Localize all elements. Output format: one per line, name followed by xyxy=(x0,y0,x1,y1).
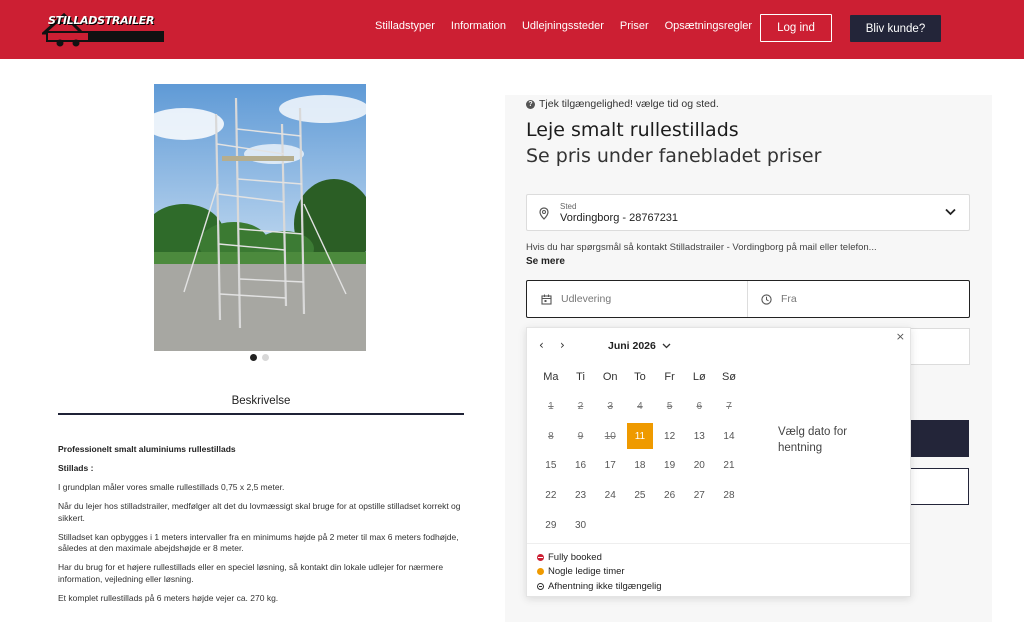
calendar-popup: × ‹ › Juni 2026 Ma Ti On To Fr Lø Sø 1 2… xyxy=(526,327,911,597)
booking-title: Leje smalt rullestillads xyxy=(526,119,739,141)
clock-icon xyxy=(761,293,772,305)
chevron-left-icon[interactable]: ‹ xyxy=(539,338,544,352)
calendar-day[interactable]: 12 xyxy=(655,421,685,451)
desc-paragraph: I grundplan måler vores smalle rullestil… xyxy=(58,482,285,492)
hint-text: Tjek tilgængelighed! vælge tid og sted. xyxy=(539,98,719,110)
calendar-day[interactable]: 15 xyxy=(536,451,566,481)
question-icon[interactable]: ? xyxy=(526,99,535,109)
location-select[interactable]: Sted Vordingborg - 28767231 xyxy=(526,194,970,231)
desc-paragraph: Når du lejer hos stilladstrailer, medføl… xyxy=(58,501,461,523)
booking-subtitle: Se pris under fanebladet priser xyxy=(526,145,822,167)
nav-link-udlejningssteder[interactable]: Udlejningssteder xyxy=(522,20,604,32)
calendar-day[interactable]: 28 xyxy=(714,481,744,511)
nav-link-information[interactable]: Information xyxy=(451,20,506,32)
product-image[interactable] xyxy=(154,84,366,351)
tab-beskrivelse[interactable]: Beskrivelse xyxy=(58,395,464,415)
weekday-label: Ma xyxy=(543,370,559,383)
calendar-day-disabled: 6 xyxy=(696,401,703,413)
calendar-day[interactable]: 16 xyxy=(566,451,596,481)
calendar-day[interactable]: 22 xyxy=(536,481,566,511)
calendar-day[interactable]: 19 xyxy=(655,451,685,481)
calendar-day[interactable]: 21 xyxy=(714,451,744,481)
carousel-dot-1[interactable] xyxy=(250,354,257,361)
desc-paragraph: Har du brug for et højere rullestillads … xyxy=(58,562,444,584)
calendar-day-disabled: 7 xyxy=(726,401,732,413)
calendar-day-disabled: 3 xyxy=(607,401,613,413)
calendar-day-disabled: 2 xyxy=(577,401,584,413)
main-nav: Stilladstyper Information Udlejningssted… xyxy=(375,20,768,32)
calendar-day[interactable]: 29 xyxy=(536,510,566,540)
legend-item: Nogle ledige timer xyxy=(537,565,910,580)
calendar-day[interactable]: 27 xyxy=(684,481,714,511)
location-label: Sted xyxy=(560,202,577,211)
legend-item: Afhentning ikke tilgængelig xyxy=(537,579,910,594)
pickup-placeholder: Udlevering xyxy=(561,293,612,305)
calendar-day[interactable]: 18 xyxy=(625,451,655,481)
legend-label: Afhentning ikke tilgængelig xyxy=(548,580,662,592)
calendar-day-disabled: 4 xyxy=(637,401,643,413)
calendar-day-selected[interactable]: 11 xyxy=(627,423,653,450)
calendar-day-disabled: 9 xyxy=(577,430,584,442)
legend-label: Fully booked xyxy=(548,551,602,563)
weekday-label: Fr xyxy=(664,370,675,383)
desc-heading: Professionelt smalt aluminiums rullestil… xyxy=(58,444,236,454)
desc-subheading: Stillads : xyxy=(58,463,94,473)
pickup-date-field[interactable]: Udlevering xyxy=(527,281,748,317)
legend-label: Nogle ledige timer xyxy=(548,566,625,578)
availability-hint: ? Tjek tilgængelighed! vælge tid og sted… xyxy=(526,98,719,110)
see-more-link[interactable]: Se mere xyxy=(526,256,565,267)
calendar-day[interactable]: 23 xyxy=(566,481,596,511)
weekday-label: Sø xyxy=(721,370,736,383)
close-icon[interactable]: × xyxy=(896,330,905,343)
carousel-dots xyxy=(250,354,269,361)
desc-paragraph: Et komplet rullestillads på 6 meters høj… xyxy=(58,592,279,603)
weekday-label: Lø xyxy=(692,370,706,383)
chevron-right-icon[interactable]: › xyxy=(560,338,565,352)
calendar-day[interactable]: 30 xyxy=(566,510,596,540)
location-value: Vordingborg - 28767231 xyxy=(560,212,679,224)
logo-text: STILLADSTRAILER xyxy=(48,14,155,27)
some-available-icon xyxy=(537,568,544,576)
calendar-day-disabled: 8 xyxy=(548,430,554,442)
date-range-picker[interactable]: Udlevering Fra xyxy=(526,280,970,318)
top-header: STILLADSTRAILER Stilladstyper Informatio… xyxy=(0,0,1024,59)
desc-paragraph: Stilladset kan opbygges i 1 meters inter… xyxy=(58,531,459,554)
from-time-field[interactable]: Fra xyxy=(748,281,969,317)
nav-link-opsaetningsregler[interactable]: Opsætningsregler xyxy=(665,20,752,32)
nav-link-stilladstyper[interactable]: Stilladstyper xyxy=(375,20,435,32)
month-label: Juni 2026 xyxy=(608,340,656,352)
calendar-day[interactable]: 20 xyxy=(684,451,714,481)
login-button[interactable]: Log ind xyxy=(760,14,832,42)
signup-button[interactable]: Bliv kunde? xyxy=(850,15,941,42)
calendar-day-disabled: 10 xyxy=(604,430,616,442)
legend-item: Fully booked xyxy=(537,550,910,565)
from-placeholder: Fra xyxy=(781,293,797,305)
calendar-day[interactable]: 26 xyxy=(655,481,685,511)
calendar-day[interactable]: 24 xyxy=(595,481,625,511)
month-selector[interactable]: Juni 2026 xyxy=(608,340,671,352)
nav-link-priser[interactable]: Priser xyxy=(620,20,649,32)
unavailable-icon xyxy=(537,582,544,590)
product-description: Professionelt smalt aluminiums rullestil… xyxy=(58,444,468,612)
contact-info: Hvis du har spørgsmål så kontakt Stillad… xyxy=(526,242,877,253)
location-pin-icon xyxy=(539,207,549,220)
pickup-instruction: Vælg dato for hentning xyxy=(778,426,848,454)
chevron-down-icon xyxy=(945,208,956,216)
calendar-day[interactable]: 14 xyxy=(714,421,744,451)
weekday-label: On xyxy=(602,370,618,383)
calendar-day[interactable]: 13 xyxy=(684,421,714,451)
calendar-day[interactable]: 17 xyxy=(595,451,625,481)
weekday-label: Ti xyxy=(576,370,585,383)
calendar-icon xyxy=(541,294,552,305)
calendar-day[interactable]: 25 xyxy=(625,481,655,511)
chevron-down-icon xyxy=(662,343,671,349)
calendar-grid: Ma Ti On To Fr Lø Sø 1 2 3 4 5 6 7 8 9 1… xyxy=(536,362,744,540)
calendar-day-disabled: 5 xyxy=(666,401,673,413)
weekday-label: To xyxy=(634,370,646,383)
calendar-day-disabled: 1 xyxy=(548,401,554,413)
calendar-legend: Fully booked Nogle ledige timer Afhentni… xyxy=(527,543,910,594)
carousel-dot-2[interactable] xyxy=(262,354,269,361)
fully-booked-icon xyxy=(537,553,544,561)
